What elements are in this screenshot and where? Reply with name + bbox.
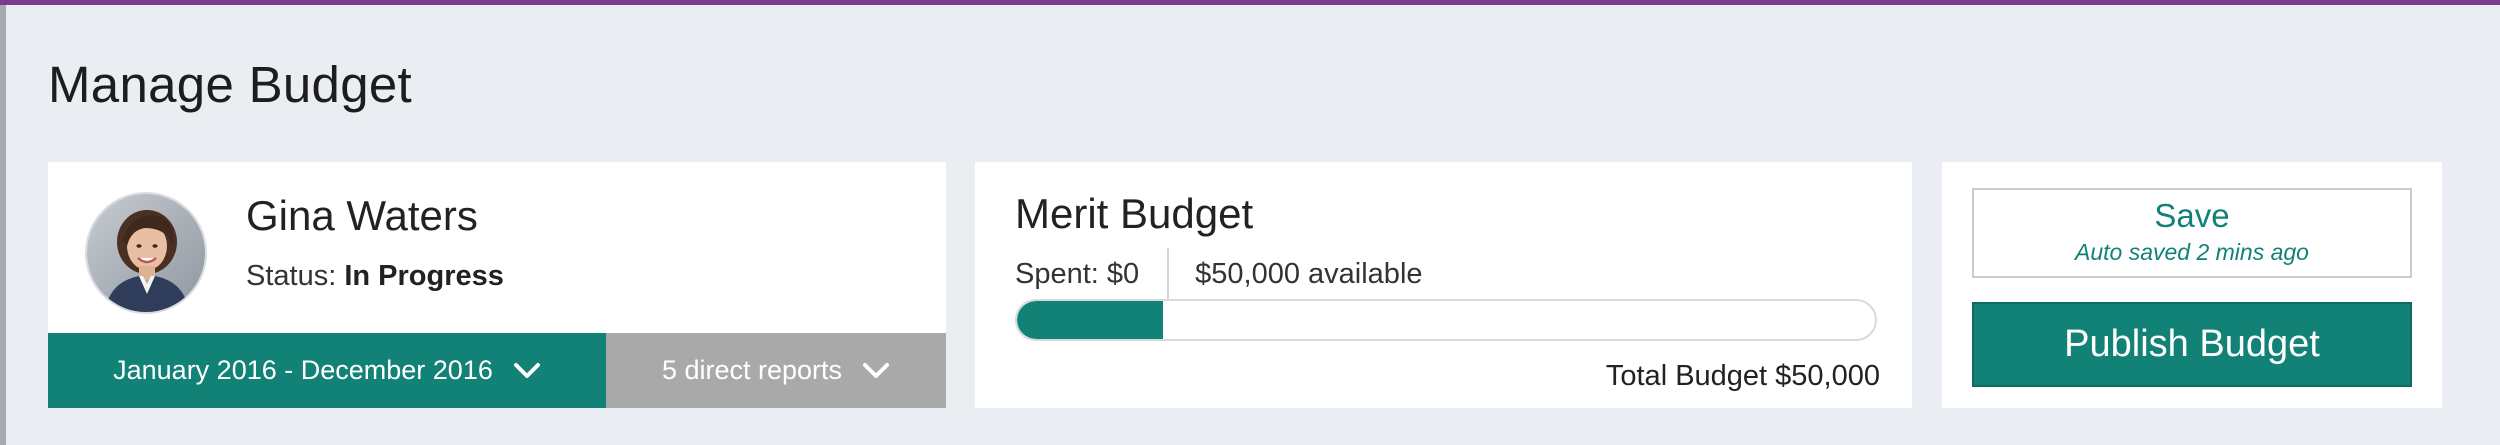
employee-name: Gina Waters: [246, 192, 478, 239]
employee-filter-bar: January 2016 - December 2016 5 direct re…: [48, 333, 946, 408]
direct-reports-label: 5 direct reports: [661, 355, 843, 385]
budget-title: Merit Budget: [1015, 190, 1254, 237]
available-amount: $50,000 available: [1195, 257, 1423, 290]
autosave-status: Auto saved 2 mins ago: [2075, 239, 2309, 265]
save-button[interactable]: Save Auto saved 2 mins ago: [1972, 188, 2412, 278]
employee-status: Status: In Progress: [246, 260, 504, 293]
period-dropdown[interactable]: January 2016 - December 2016: [48, 333, 606, 408]
chevron-down-icon: [513, 362, 541, 380]
total-budget: Total Budget $50,000: [1605, 360, 1880, 392]
person-photo-icon: [87, 194, 205, 312]
publish-budget-button[interactable]: Publish Budget: [1972, 302, 2412, 387]
top-accent-bar: [0, 0, 2500, 5]
actions-card: Save Auto saved 2 mins ago Publish Budge…: [1942, 162, 2442, 408]
avatar: [85, 192, 207, 314]
save-label: Save: [2154, 197, 2230, 234]
page-title: Manage Budget: [48, 56, 413, 113]
direct-reports-dropdown[interactable]: 5 direct reports: [606, 333, 946, 408]
divider: [1167, 248, 1170, 300]
window-edge: [0, 5, 6, 445]
status-value: In Progress: [344, 260, 504, 292]
status-label: Status:: [246, 260, 337, 292]
merit-budget-card: Merit Budget Spent: $0 $50,000 available…: [975, 162, 1912, 408]
spent-amount: Spent: $0: [1015, 257, 1140, 290]
budget-progress-fill: [1017, 301, 1163, 339]
period-label: January 2016 - December 2016: [113, 355, 493, 385]
budget-summary-row: Spent: $0 $50,000 available: [1015, 248, 1423, 300]
employee-card: Gina Waters Status: In Progress January …: [48, 162, 946, 408]
budget-progress-bar: [1015, 299, 1877, 341]
chevron-down-icon: [862, 362, 890, 380]
